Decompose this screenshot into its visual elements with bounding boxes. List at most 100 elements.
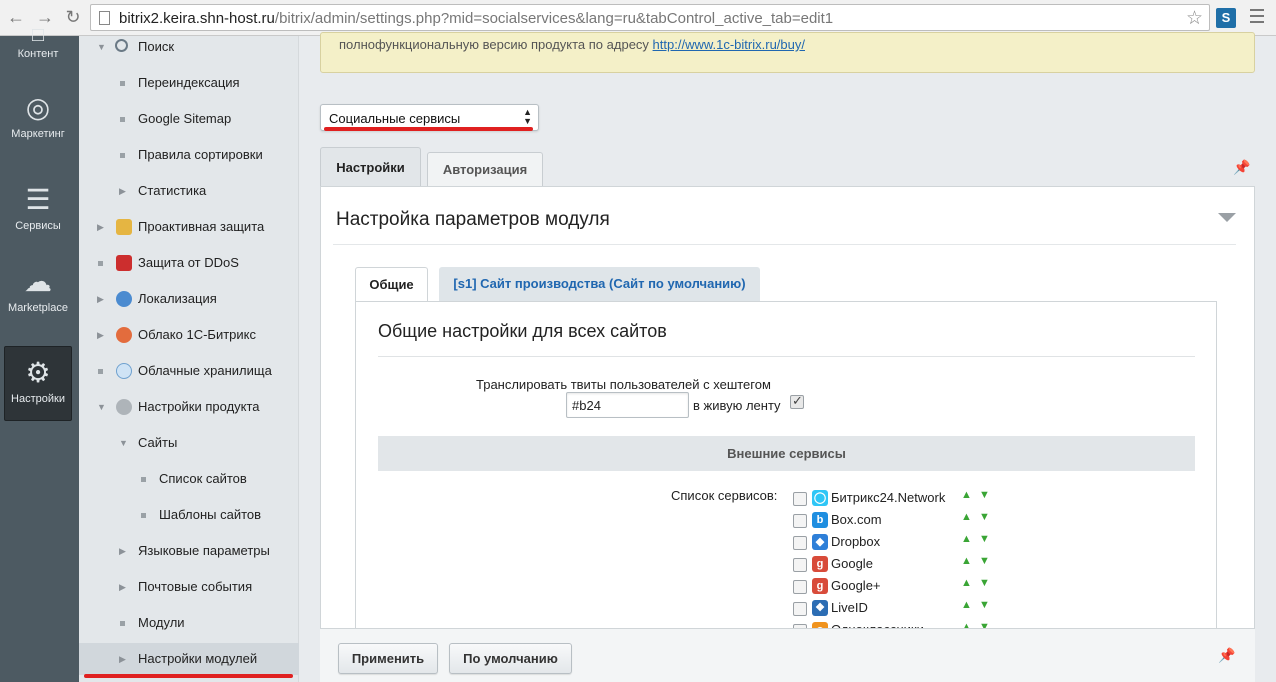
expand-arrow-icon[interactable]: ▼: [97, 394, 107, 420]
tweet-label: Транслировать твиты пользователей с хешт…: [476, 377, 771, 392]
collapse-icon[interactable]: [1218, 213, 1236, 222]
menu-services[interactable]: ☰ Сервисы: [4, 184, 72, 236]
bullet-icon: [120, 81, 125, 86]
box-icon: b: [812, 512, 828, 528]
tree-item-product-settings[interactable]: ▼ Настройки продукта: [79, 394, 299, 420]
main-content: полнофункциональную версию продукта по а…: [300, 32, 1276, 682]
collapsed-arrow-icon[interactable]: ▶: [97, 286, 107, 312]
tree-item-bitrix-cloud[interactable]: ▶ Облако 1С-Битрикс: [79, 322, 299, 348]
move-down-icon[interactable]: ▼: [979, 599, 990, 611]
left-main-menu: □ Контент ◎ Маркетинг ☰ Сервисы ☁ Market…: [0, 25, 79, 682]
hashtag-input[interactable]: #b24: [566, 392, 689, 418]
shield-icon: [116, 255, 132, 271]
services-list-label: Список сервисов:: [671, 488, 778, 503]
tree-item-cloud-storage[interactable]: Облачные хранилища: [79, 358, 299, 384]
service-checkbox[interactable]: [793, 492, 807, 506]
collapsed-arrow-icon[interactable]: ▶: [119, 643, 129, 675]
move-up-icon[interactable]: ▲: [961, 599, 972, 611]
cloud-icon: [116, 327, 132, 343]
general-settings-panel: Общие настройки для всех сайтов Транслир…: [355, 301, 1217, 667]
tab-general[interactable]: Общие: [355, 267, 428, 302]
highlight-underline: [324, 127, 533, 131]
panel-title: Настройка параметров модуля: [336, 209, 610, 230]
tree-item-google-sitemap[interactable]: Google Sitemap: [79, 106, 299, 132]
bullet-icon: [120, 153, 125, 158]
default-button[interactable]: По умолчанию: [449, 643, 572, 674]
tree-item-ddos[interactable]: Защита от DDoS: [79, 250, 299, 276]
move-down-icon[interactable]: ▼: [979, 489, 990, 501]
move-up-icon[interactable]: ▲: [961, 577, 972, 589]
dropbox-icon: ◆: [812, 534, 828, 550]
buy-link[interactable]: http://www.1c-bitrix.ru/buy/: [653, 37, 805, 52]
url-text[interactable]: bitrix2.keira.shn-host.ru/bitrix/admin/s…: [119, 10, 833, 27]
move-up-icon[interactable]: ▲: [961, 511, 972, 523]
service-checkbox[interactable]: [793, 514, 807, 528]
tree-item-search[interactable]: ▼ Поиск: [79, 34, 299, 60]
bookmark-star-icon[interactable]: ☆: [1186, 7, 1203, 30]
bitrix24-icon: ◯: [812, 490, 828, 506]
tree-item-mail-events[interactable]: ▶ Почтовые события: [79, 574, 299, 600]
move-up-icon[interactable]: ▲: [961, 489, 972, 501]
tree-item-site-templates[interactable]: Шаблоны сайтов: [79, 502, 299, 528]
menu-marketplace[interactable]: ☁ Marketplace: [4, 266, 72, 318]
bullet-icon: [120, 117, 125, 122]
move-down-icon[interactable]: ▼: [979, 533, 990, 545]
select-arrows-icon: ▲ ▼: [523, 107, 532, 126]
trial-notice: полнофункциональную версию продукта по а…: [320, 32, 1255, 73]
tree-item-statistics[interactable]: ▶ Статистика: [79, 178, 299, 204]
tree-item-proactive[interactable]: ▶ Проактивная защита: [79, 214, 299, 240]
move-down-icon[interactable]: ▼: [979, 555, 990, 567]
move-down-icon[interactable]: ▼: [979, 577, 990, 589]
service-checkbox[interactable]: [793, 580, 807, 594]
browser-toolbar: ← → ↻ bitrix2.keira.shn-host.ru/bitrix/a…: [0, 0, 1276, 36]
move-down-icon[interactable]: ▼: [979, 511, 990, 523]
tab-site-s1[interactable]: [s1] Сайт производства (Сайт по умолчани…: [439, 267, 760, 301]
globe-icon: [116, 291, 132, 307]
browser-menu-icon[interactable]: [1250, 9, 1264, 25]
back-icon[interactable]: ←: [4, 5, 28, 29]
move-up-icon[interactable]: ▲: [961, 555, 972, 567]
tree-item-module-settings[interactable]: ▶ Настройки модулей: [79, 643, 299, 675]
service-checkbox[interactable]: [793, 602, 807, 616]
tweet-suffix-label: в живую ленту: [693, 398, 781, 413]
cloud-download-icon: ☁: [24, 266, 52, 297]
tab-settings[interactable]: Настройки: [320, 147, 421, 187]
gear-icon: ⚙: [25, 357, 51, 388]
layers-icon: ☰: [25, 184, 51, 215]
move-up-icon[interactable]: ▲: [961, 533, 972, 545]
pin-icon[interactable]: 📌: [1218, 647, 1235, 664]
tab-authorization[interactable]: Авторизация: [427, 152, 543, 187]
tree-item-localization[interactable]: ▶ Локализация: [79, 286, 299, 312]
tree-item-sites[interactable]: ▼ Сайты: [79, 430, 299, 456]
tree-item-modules[interactable]: Модули: [79, 610, 299, 636]
collapsed-arrow-icon[interactable]: ▶: [119, 574, 129, 600]
pin-icon[interactable]: 📌: [1233, 159, 1250, 176]
collapsed-arrow-icon[interactable]: ▶: [97, 214, 107, 240]
address-bar[interactable]: bitrix2.keira.shn-host.ru/bitrix/admin/s…: [90, 4, 1210, 31]
service-checkbox[interactable]: [793, 536, 807, 550]
tree-item-site-list[interactable]: Список сайтов: [79, 466, 299, 492]
liveid-icon: ❖: [812, 600, 828, 616]
reload-icon[interactable]: ↻: [61, 5, 85, 29]
tree-item-sort-rules[interactable]: Правила сортировки: [79, 142, 299, 168]
menu-content[interactable]: □ Контент: [4, 25, 72, 66]
tree-item-language[interactable]: ▶ Языковые параметры: [79, 538, 299, 564]
apply-button[interactable]: Применить: [338, 643, 438, 674]
collapsed-arrow-icon[interactable]: ▶: [119, 538, 129, 564]
service-checkbox[interactable]: [793, 558, 807, 572]
cloud-storage-icon: [116, 363, 132, 379]
collapsed-arrow-icon[interactable]: ▶: [119, 178, 129, 204]
extension-icon[interactable]: S: [1216, 8, 1236, 28]
highlight-underline: [84, 674, 293, 678]
tree-item-reindex[interactable]: Переиндексация: [79, 70, 299, 96]
collapsed-arrow-icon[interactable]: ▶: [97, 322, 107, 348]
lock-icon: [116, 219, 132, 235]
gear-icon: [116, 399, 132, 415]
menu-settings[interactable]: ⚙ Настройки: [4, 346, 72, 421]
tweet-checkbox[interactable]: ✓: [790, 393, 804, 409]
settings-tree: ▼ Поиск Переиндексация Google Sitemap Пр…: [79, 36, 299, 682]
expand-arrow-icon[interactable]: ▼: [119, 430, 129, 456]
menu-marketing[interactable]: ◎ Маркетинг: [4, 92, 72, 148]
checkmark-icon: ✓: [792, 393, 803, 408]
expand-arrow-icon[interactable]: ▼: [97, 34, 107, 60]
